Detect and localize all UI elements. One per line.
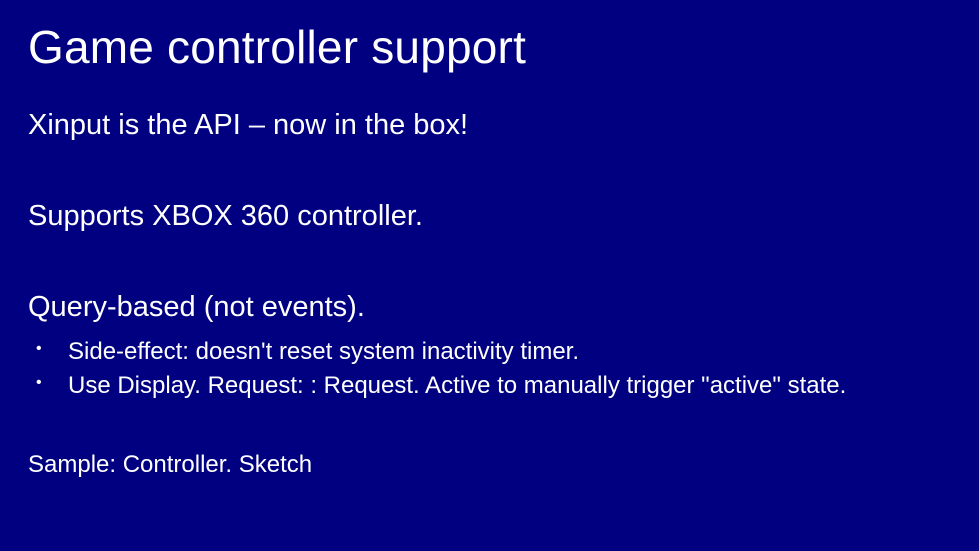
sub-bullet-display-request: Use Display. Request: : Request. Active … [30, 369, 951, 403]
slide-title: Game controller support [28, 22, 951, 73]
point-query-based: Query-based (not events). [28, 289, 951, 325]
point-xbox360: Supports XBOX 360 controller. [28, 198, 951, 234]
point-xinput: Xinput is the API – now in the box! [28, 107, 951, 143]
sample-line: Sample: Controller. Sketch [28, 451, 951, 479]
sub-bullet-list: Side-effect: doesn't reset system inacti… [30, 335, 951, 402]
sub-bullet-side-effect: Side-effect: doesn't reset system inacti… [30, 335, 951, 369]
